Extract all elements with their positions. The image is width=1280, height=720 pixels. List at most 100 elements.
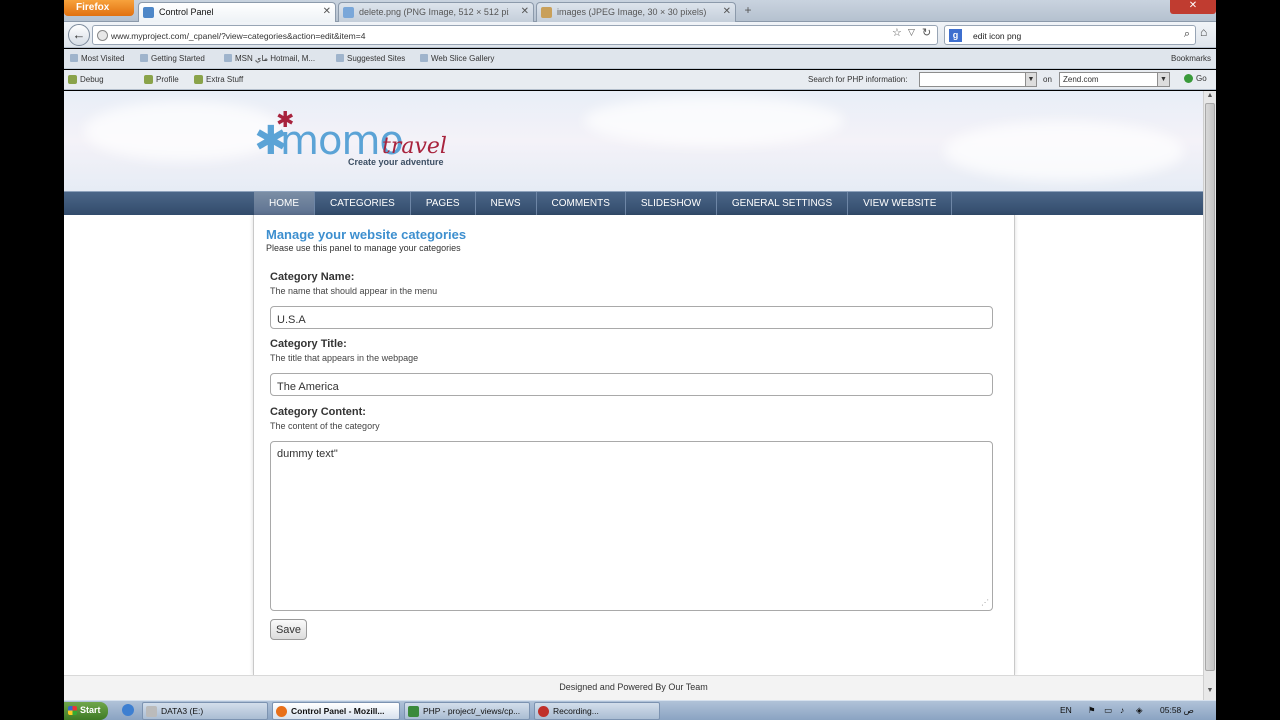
bookmark-star-icon[interactable]: ☆: [892, 26, 902, 39]
page-favicon-icon: [143, 7, 154, 18]
scroll-down-icon[interactable]: ▼: [1204, 687, 1216, 698]
profile-button[interactable]: Profile: [144, 75, 179, 84]
site-menu: HOME CATEGORIES PAGES NEWS COMMENTS SLID…: [254, 192, 953, 215]
tab-images-jpeg[interactable]: images (JPEG Image, 30 × 30 pixels) ✕: [536, 2, 736, 22]
navigation-toolbar: ← www.myproject.com/_cpanel/?view=catego…: [64, 22, 1216, 48]
go-button[interactable]: Go: [1184, 74, 1207, 83]
flag-icon[interactable]: ⚑: [1088, 705, 1096, 716]
site-footer: Designed and Powered By Our Team: [64, 675, 1203, 700]
menu-item-slideshow[interactable]: SLIDESHOW: [626, 192, 717, 215]
scrollbar-thumb[interactable]: [1205, 103, 1215, 671]
search-bar[interactable]: g edit icon png ⌕: [944, 25, 1196, 45]
image-favicon-icon: [541, 7, 552, 18]
firefox-icon: [276, 706, 287, 717]
start-button[interactable]: Start: [64, 702, 108, 720]
category-name-label: Category Name:: [270, 271, 355, 283]
on-label: on: [1043, 75, 1052, 84]
chevron-down-icon: ▼: [1157, 73, 1169, 86]
task-recording[interactable]: Recording...: [534, 702, 660, 720]
menu-item-news[interactable]: NEWS: [476, 192, 537, 215]
windows-taskbar: Start DATA3 (E:) Control Panel - Mozill.…: [64, 700, 1216, 720]
site-select-value: Zend.com: [1063, 75, 1099, 84]
category-title-hint: The title that appears in the webpage: [270, 353, 419, 363]
menu-item-categories[interactable]: CATEGORIES: [315, 192, 411, 215]
back-arrow-icon[interactable]: ←: [68, 24, 90, 46]
category-name-input[interactable]: [270, 306, 993, 329]
search-icon[interactable]: ⌕: [1184, 28, 1190, 41]
menu-item-home[interactable]: HOME: [254, 192, 315, 215]
page-scrollbar[interactable]: ▲ ▼: [1203, 91, 1216, 700]
resize-grip-icon[interactable]: ⋰: [981, 598, 989, 607]
tab-control-panel[interactable]: Control Panel ✕: [138, 2, 336, 22]
category-content-hint: The content of the category: [270, 421, 380, 431]
drive-icon: [146, 706, 157, 717]
category-content-label: Category Content:: [270, 406, 366, 418]
tray-app-icon[interactable]: ◈: [1136, 705, 1143, 716]
language-indicator[interactable]: EN: [1060, 705, 1072, 715]
task-firefox-control-panel[interactable]: Control Panel - Mozill...: [272, 702, 400, 720]
task-data3-drive[interactable]: DATA3 (E:): [142, 702, 268, 720]
task-label: Control Panel - Mozill...: [291, 706, 385, 716]
history-dropdown-icon[interactable]: ▽: [908, 27, 915, 38]
reload-icon[interactable]: ↻: [922, 26, 931, 39]
menu-item-general-settings[interactable]: GENERAL SETTINGS: [717, 192, 849, 215]
bookmark-most-visited[interactable]: Most Visited: [70, 54, 124, 63]
bookmarks-menu[interactable]: Bookmarks: [1160, 54, 1211, 63]
clock[interactable]: 05:58 ص: [1160, 705, 1194, 716]
recording-icon: [538, 706, 549, 717]
url-text: www.myproject.com/_cpanel/?view=categori…: [111, 31, 366, 41]
ie-quicklaunch-icon[interactable]: [122, 704, 134, 716]
php-search-label: Search for PHP information:: [808, 75, 908, 84]
search-text: edit icon png: [973, 31, 1022, 41]
cloud-decoration: [584, 96, 844, 146]
cloud-decoration: [944, 121, 1184, 181]
home-icon[interactable]: ⌂: [1200, 25, 1214, 39]
site-logo[interactable]: ✱ ✱ momo travel Create your adventure: [254, 109, 474, 179]
logo-tagline: Create your adventure: [348, 157, 444, 167]
system-tray: EN ⚑ ▭ ♪ ◈ 05:58 ص: [1054, 702, 1216, 720]
tab-delete-png[interactable]: delete.png (PNG Image, 512 × 512 pixels)…: [338, 2, 534, 22]
network-icon[interactable]: ▭: [1104, 705, 1112, 716]
tab-label: delete.png (PNG Image, 512 × 512 pixels): [359, 7, 509, 17]
chevron-down-icon[interactable]: ▼: [1025, 72, 1037, 87]
php-search-input[interactable]: [919, 72, 1037, 87]
site-header: ✱ ✱ momo travel Create your adventure: [64, 91, 1203, 191]
developer-toolbar: Debug Profile Extra Stuff Search for PHP…: [64, 70, 1216, 90]
close-tab-icon[interactable]: ✕: [723, 6, 731, 17]
bookmark-getting-started[interactable]: Getting Started: [140, 54, 205, 63]
scroll-up-icon[interactable]: ▲: [1204, 92, 1216, 103]
category-content-text: dummy text": [277, 448, 338, 460]
task-php-editor[interactable]: PHP - project/_views/cp...: [404, 702, 530, 720]
category-name-hint: The name that should appear in the menu: [270, 286, 438, 296]
site-menu-bar: HOME CATEGORIES PAGES NEWS COMMENTS SLID…: [64, 191, 1203, 215]
bookmark-web-slice-gallery[interactable]: Web Slice Gallery: [420, 54, 494, 63]
page-subtitle: Please use this panel to manage your cat…: [266, 243, 461, 253]
volume-icon[interactable]: ♪: [1120, 705, 1124, 715]
debug-button[interactable]: Debug: [68, 75, 104, 84]
category-content-textarea[interactable]: dummy text" ⋰: [270, 441, 993, 611]
google-icon[interactable]: g: [949, 29, 962, 42]
save-button[interactable]: Save: [270, 619, 307, 640]
task-label: Recording...: [553, 706, 599, 716]
extra-stuff-button[interactable]: Extra Stuff: [194, 75, 243, 84]
firefox-menu-button[interactable]: Firefox: [64, 0, 134, 16]
menu-item-comments[interactable]: COMMENTS: [537, 192, 626, 215]
tab-label: images (JPEG Image, 30 × 30 pixels): [557, 7, 707, 17]
tab-label: Control Panel: [159, 7, 214, 17]
menu-item-view-website[interactable]: VIEW WEBSITE: [848, 192, 953, 215]
close-tab-icon[interactable]: ✕: [521, 6, 529, 17]
new-tab-icon[interactable]: +: [740, 3, 756, 19]
window-close-icon[interactable]: ✕: [1170, 0, 1216, 14]
bookmark-msn[interactable]: MSN ماي Hotmail, M...: [224, 54, 315, 63]
bookmark-suggested-sites[interactable]: Suggested Sites: [336, 54, 405, 63]
menu-item-pages[interactable]: PAGES: [411, 192, 476, 215]
page-viewport: ✱ ✱ momo travel Create your adventure HO…: [64, 91, 1203, 700]
bookmarks-toolbar: Most Visited Getting Started MSN ماي Hot…: [64, 49, 1216, 69]
close-tab-icon[interactable]: ✕: [323, 6, 331, 17]
image-favicon-icon: [343, 7, 354, 18]
category-title-input[interactable]: [270, 373, 993, 396]
url-bar[interactable]: www.myproject.com/_cpanel/?view=categori…: [92, 25, 938, 45]
globe-icon: [97, 30, 108, 41]
php-editor-icon: [408, 706, 419, 717]
site-select[interactable]: Zend.com ▼: [1059, 72, 1170, 87]
